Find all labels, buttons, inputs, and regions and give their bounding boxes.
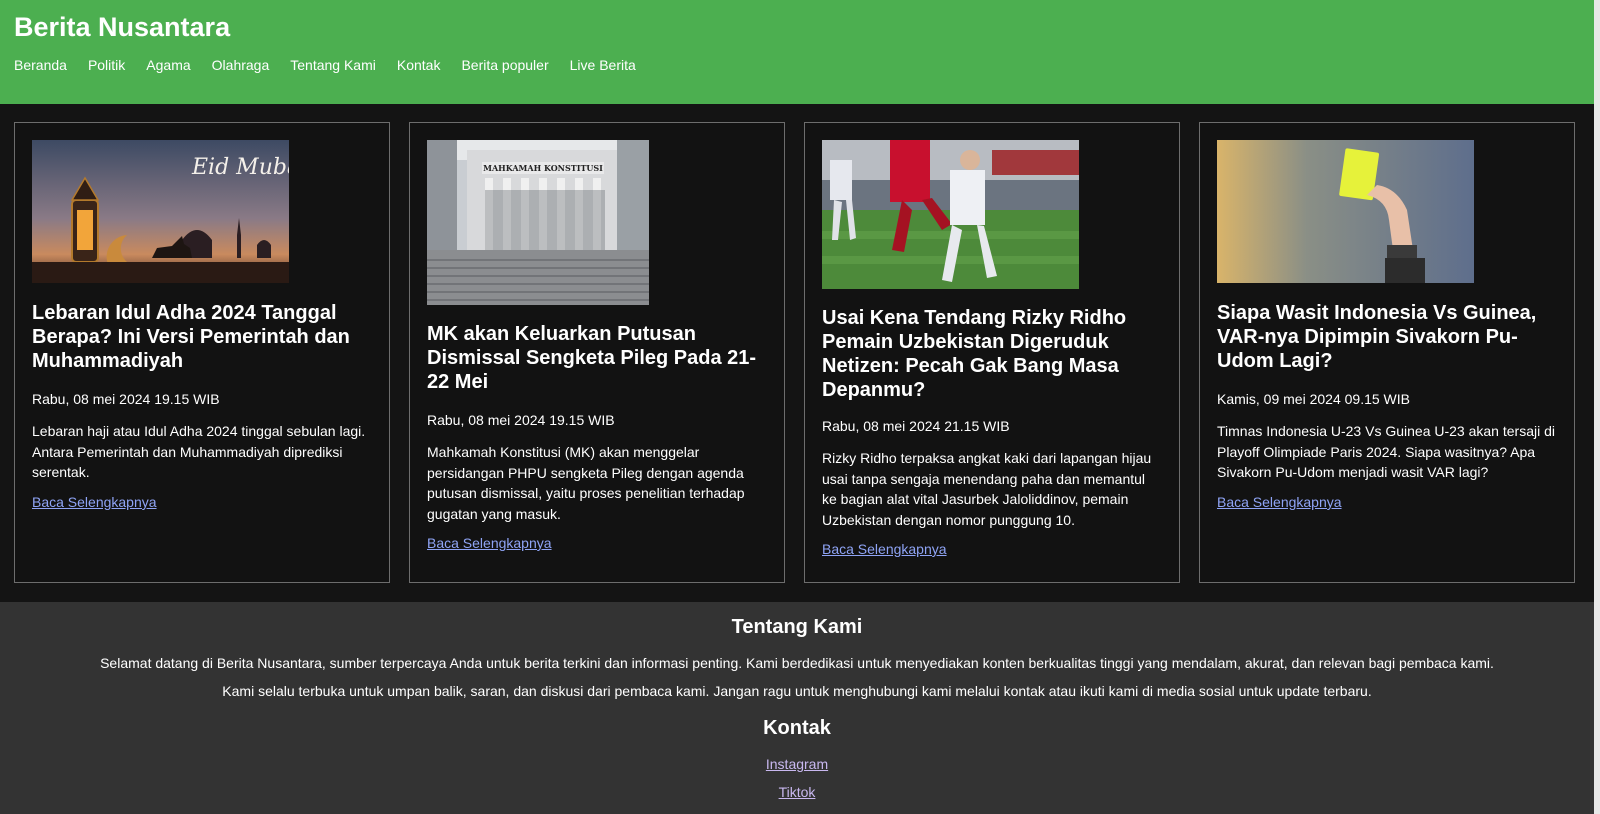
- article-card: Eid Mubarak Lebaran Idul Adha 2024 Tangg…: [14, 122, 390, 583]
- about-heading: Tentang Kami: [731, 616, 863, 638]
- nav-tentang-kami[interactable]: Tentang Kami: [290, 57, 376, 73]
- article-summary: Rizky Ridho terpaksa angkat kaki dari la…: [822, 450, 1152, 528]
- nav-berita-populer[interactable]: Berita populer: [461, 57, 548, 73]
- tiktok-link[interactable]: Tiktok: [0, 784, 1594, 800]
- article-summary: Mahkamah Konstitusi (MK) akan menggelar …: [427, 444, 745, 522]
- nav-politik[interactable]: Politik: [88, 57, 125, 73]
- article-title[interactable]: Usai Kena Tendang Rizky Ridho Pemain Uzb…: [822, 306, 1162, 402]
- site-header: Berita Nusantara Beranda Politik Agama O…: [0, 0, 1594, 105]
- nav-agama[interactable]: Agama: [146, 57, 190, 73]
- article-summary: Lebaran haji atau Idul Adha 2024 tinggal…: [32, 423, 366, 480]
- eid-text: Eid Mubarak: [191, 155, 289, 180]
- article-date: Rabu, 08 mei 2024 19.15 WIB: [427, 412, 615, 428]
- article-title[interactable]: Lebaran Idul Adha 2024 Tanggal Berapa? I…: [32, 301, 372, 373]
- read-more-link[interactable]: Baca Selengkapnya: [822, 541, 947, 557]
- page-scrollbar[interactable]: [1594, 0, 1600, 814]
- article-date: Kamis, 09 mei 2024 09.15 WIB: [1217, 391, 1410, 407]
- article-card: MAHKAMAH KONSTITUSI MK akan Keluarkan Pu…: [409, 122, 785, 583]
- article-date: Rabu, 08 mei 2024 21.15 WIB: [822, 418, 1010, 434]
- instagram-link[interactable]: Instagram: [0, 756, 1594, 772]
- about-paragraph-1: Selamat datang di Berita Nusantara, sumb…: [100, 655, 1494, 671]
- site-title[interactable]: Berita Nusantara: [14, 12, 230, 43]
- read-more-link[interactable]: Baca Selengkapnya: [427, 535, 552, 551]
- nav-olahraga[interactable]: Olahraga: [212, 57, 270, 73]
- article-image-eid[interactable]: Eid Mubarak: [32, 140, 289, 283]
- contact-heading: Kontak: [763, 717, 831, 739]
- article-image-yellow-card[interactable]: [1217, 140, 1474, 283]
- article-card: Usai Kena Tendang Rizky Ridho Pemain Uzb…: [804, 122, 1180, 583]
- nav-kontak[interactable]: Kontak: [397, 57, 441, 73]
- article-title[interactable]: MK akan Keluarkan Putusan Dismissal Seng…: [427, 322, 767, 394]
- read-more-link[interactable]: Baca Selengkapnya: [1217, 494, 1342, 510]
- article-image-football[interactable]: [822, 140, 1079, 289]
- article-title[interactable]: Siapa Wasit Indonesia Vs Guinea, VAR-nya…: [1217, 301, 1557, 373]
- article-image-mk-building[interactable]: MAHKAMAH KONSTITUSI: [427, 140, 649, 305]
- page: Berita Nusantara Beranda Politik Agama O…: [0, 0, 1594, 814]
- article-date: Rabu, 08 mei 2024 19.15 WIB: [32, 391, 220, 407]
- article-summary: Timnas Indonesia U-23 Vs Guinea U-23 aka…: [1217, 423, 1555, 480]
- article-card: Siapa Wasit Indonesia Vs Guinea, VAR-nya…: [1199, 122, 1575, 583]
- about-paragraph-2: Kami selalu terbuka untuk umpan balik, s…: [222, 683, 1372, 699]
- nav-beranda[interactable]: Beranda: [14, 57, 67, 73]
- nav-live-berita[interactable]: Live Berita: [570, 57, 636, 73]
- svg-text:MAHKAMAH KONSTITUSI: MAHKAMAH KONSTITUSI: [483, 163, 603, 173]
- main-nav: Beranda Politik Agama Olahraga Tentang K…: [14, 57, 657, 73]
- read-more-link[interactable]: Baca Selengkapnya: [32, 494, 157, 510]
- site-footer: Tentang Kami Selamat datang di Berita Nu…: [0, 602, 1594, 814]
